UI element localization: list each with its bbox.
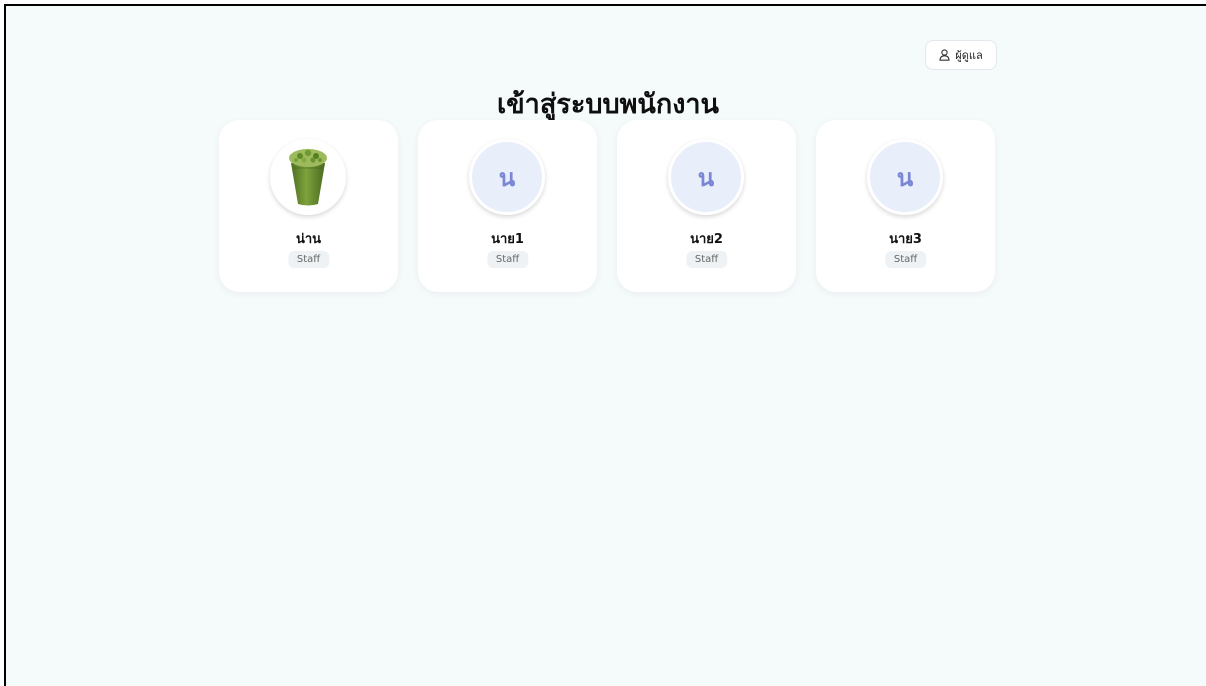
staff-card[interactable]: น นาย2 Staff	[617, 120, 796, 292]
staff-card[interactable]: น นาย1 Staff	[418, 120, 597, 292]
page-title: เข้าสู่ระบบพนักงาน	[496, 89, 719, 120]
staff-role-badge: Staff	[884, 251, 927, 268]
staff-avatar	[270, 139, 346, 215]
avatar-initial: น	[498, 162, 516, 192]
staff-avatar: น	[668, 139, 744, 215]
staff-name: น่าน	[295, 232, 322, 247]
admin-login-label: ผู้ดูแล	[955, 49, 983, 62]
staff-name: นาย3	[889, 232, 922, 247]
avatar-initial: น	[896, 162, 914, 192]
app-frame: ผู้ดูแล เข้าสู่ระบบพนักงาน น่าน Staff น …	[4, 4, 1206, 686]
staff-role-badge: Staff	[486, 251, 529, 268]
admin-login-button[interactable]: ผู้ดูแล	[925, 40, 997, 70]
staff-card-list: น่าน Staff น นาย1 Staff น นาย2 Staff น น…	[219, 120, 995, 292]
staff-avatar: น	[469, 139, 545, 215]
user-icon	[939, 49, 950, 61]
staff-name: นาย1	[491, 232, 524, 247]
green-drink-photo	[289, 149, 327, 206]
staff-role-badge: Staff	[287, 251, 330, 268]
avatar-initial: น	[697, 162, 715, 192]
staff-role-badge: Staff	[685, 251, 728, 268]
staff-card[interactable]: น นาย3 Staff	[816, 120, 995, 292]
staff-name: นาย2	[690, 232, 723, 247]
staff-card[interactable]: น่าน Staff	[219, 120, 398, 292]
staff-avatar: น	[867, 139, 943, 215]
